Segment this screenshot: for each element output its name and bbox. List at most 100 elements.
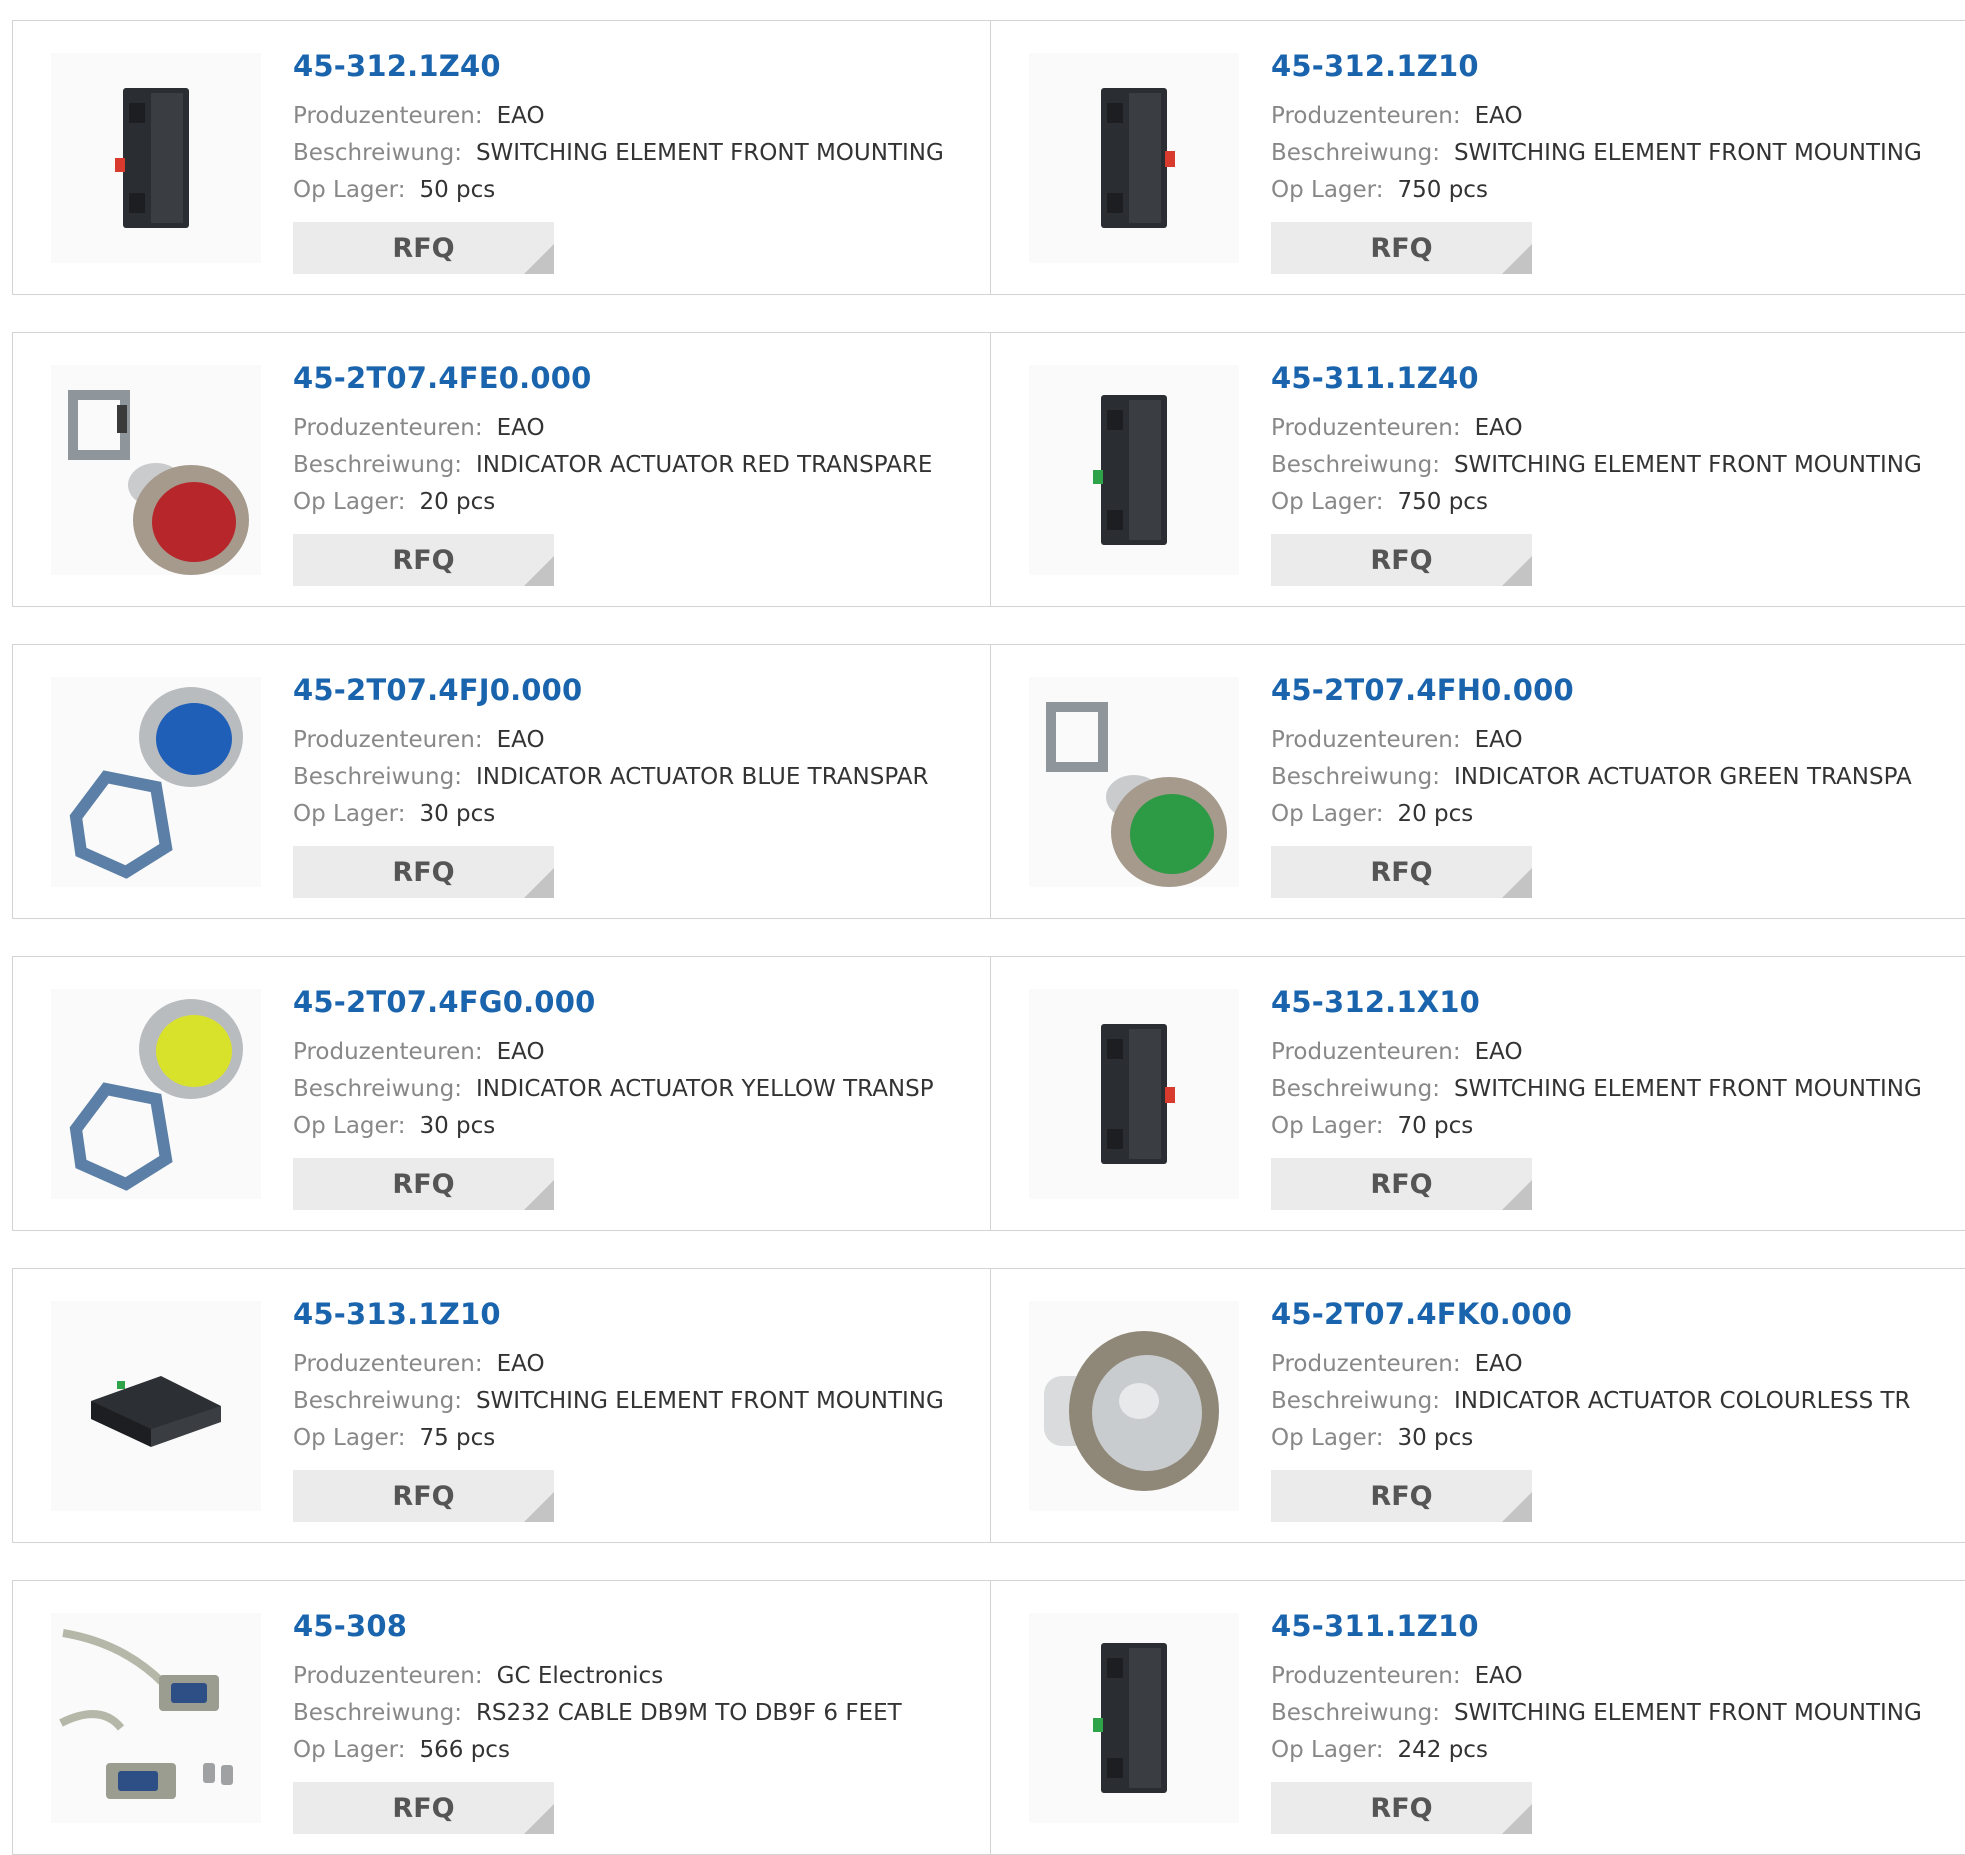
- part-number-link[interactable]: 45-2T07.4FK0.000: [1271, 1297, 1572, 1331]
- stock-value: 242 pcs: [1397, 1737, 1488, 1763]
- product-card: 45-2T07.4FJ0.000 Produzenteuren: EAO Besc…: [12, 644, 991, 919]
- product-image[interactable]: [51, 677, 261, 887]
- stock-row: Op Lager: 50 pcs: [293, 177, 495, 203]
- switching-element-icon: [115, 88, 189, 228]
- manufacturer-row: Produzenteuren: EAO: [293, 1351, 545, 1377]
- description-label: Beschreiwung:: [1271, 1076, 1440, 1102]
- description-row: Beschreiwung: INDICATOR ACTUATOR RED TRAN…: [293, 452, 932, 478]
- product-image[interactable]: [51, 53, 261, 263]
- manufacturer-label: Produzenteuren:: [1271, 1351, 1461, 1377]
- stock-value: 70 pcs: [1397, 1113, 1474, 1139]
- indicator-blue-icon: [69, 687, 243, 879]
- rfq-button[interactable]: RFQ: [1271, 846, 1532, 898]
- product-card: 45-313.1Z10 Produzenteuren: EAO Beschreiw…: [12, 1268, 991, 1543]
- description-value: RS232 CABLE DB9M TO DB9F 6 FEET: [475, 1700, 902, 1726]
- description-value: INDICATOR ACTUATOR YELLOW TRANSP: [475, 1076, 934, 1102]
- indicator-yellow-icon: [69, 999, 243, 1191]
- description-label: Beschreiwung:: [1271, 1388, 1440, 1414]
- description-row: Beschreiwung: INDICATOR ACTUATOR YELLOW T…: [293, 1076, 934, 1102]
- stock-label: Op Lager:: [293, 801, 406, 827]
- product-image[interactable]: [51, 989, 261, 1199]
- product-card: 45-2T07.4FE0.000 Produzenteuren: EAO Besc…: [12, 332, 991, 607]
- part-number-link[interactable]: 45-2T07.4FE0.000: [293, 361, 591, 395]
- product-image[interactable]: [51, 1613, 261, 1823]
- product-card: 45-311.1Z10 Produzenteuren: EAO Beschreiw…: [990, 1580, 1965, 1855]
- manufacturer-value: EAO: [496, 103, 545, 129]
- rfq-button[interactable]: RFQ: [293, 222, 554, 274]
- stock-value: 30 pcs: [419, 801, 496, 827]
- part-number-link[interactable]: 45-312.1X10: [1271, 985, 1480, 1019]
- part-number-link[interactable]: 45-2T07.4FH0.000: [1271, 673, 1574, 707]
- description-label: Beschreiwung:: [1271, 1700, 1440, 1726]
- rs232-cable-icon: [59, 1629, 233, 1799]
- part-number-link[interactable]: 45-312.1Z40: [293, 49, 501, 83]
- description-value: SWITCHING ELEMENT FRONT MOUNTING: [1453, 1700, 1922, 1726]
- corner-triangle-icon: [1502, 556, 1532, 586]
- product-card: 45-312.1Z40 Produzenteuren: EAO Beschreiw…: [12, 20, 991, 295]
- rfq-label: RFQ: [392, 1480, 455, 1512]
- rfq-button[interactable]: RFQ: [293, 534, 554, 586]
- manufacturer-row: Produzenteuren: EAO: [1271, 103, 1523, 129]
- part-number-link[interactable]: 45-311.1Z40: [1271, 361, 1479, 395]
- product-card: 45-311.1Z40 Produzenteuren: EAO Beschreiw…: [990, 332, 1965, 607]
- part-number-link[interactable]: 45-308: [293, 1609, 407, 1643]
- product-card: 45-312.1Z10 Produzenteuren: EAO Beschreiw…: [990, 20, 1965, 295]
- description-label: Beschreiwung:: [293, 1700, 462, 1726]
- rfq-button[interactable]: RFQ: [1271, 534, 1532, 586]
- part-number-link[interactable]: 45-311.1Z10: [1271, 1609, 1479, 1643]
- rfq-button[interactable]: RFQ: [293, 1158, 554, 1210]
- product-image[interactable]: [51, 1301, 261, 1511]
- manufacturer-label: Produzenteuren:: [293, 1663, 483, 1689]
- rfq-button[interactable]: RFQ: [293, 1782, 554, 1834]
- description-label: Beschreiwung:: [293, 452, 462, 478]
- description-value: SWITCHING ELEMENT FRONT MOUNTING: [475, 1388, 944, 1414]
- manufacturer-label: Produzenteuren:: [293, 1351, 483, 1377]
- description-value: SWITCHING ELEMENT FRONT MOUNTING: [1453, 452, 1922, 478]
- manufacturer-value: EAO: [1474, 1039, 1523, 1065]
- stock-label: Op Lager:: [293, 1113, 406, 1139]
- description-value: INDICATOR ACTUATOR GREEN TRANSPA: [1453, 764, 1912, 790]
- rfq-label: RFQ: [1370, 544, 1433, 576]
- description-value: SWITCHING ELEMENT FRONT MOUNTING: [1453, 140, 1922, 166]
- product-card: 45-2T07.4FK0.000 Produzenteuren: EAO Besc…: [990, 1268, 1965, 1543]
- product-image[interactable]: [1029, 989, 1239, 1199]
- manufacturer-row: Produzenteuren: EAO: [1271, 1039, 1523, 1065]
- manufacturer-value: EAO: [1474, 1351, 1523, 1377]
- product-image[interactable]: [1029, 677, 1239, 887]
- product-image[interactable]: [51, 365, 261, 575]
- switching-element-icon: [1101, 88, 1175, 228]
- product-image[interactable]: [1029, 1613, 1239, 1823]
- description-row: Beschreiwung: SWITCHING ELEMENT FRONT MOU…: [1271, 1076, 1922, 1102]
- stock-value: 30 pcs: [419, 1113, 496, 1139]
- rfq-button[interactable]: RFQ: [293, 846, 554, 898]
- manufacturer-label: Produzenteuren:: [293, 1039, 483, 1065]
- stock-label: Op Lager:: [1271, 1113, 1384, 1139]
- description-label: Beschreiwung:: [293, 1388, 462, 1414]
- part-number-link[interactable]: 45-2T07.4FG0.000: [293, 985, 595, 1019]
- manufacturer-row: Produzenteuren: EAO: [293, 1039, 545, 1065]
- product-image[interactable]: [1029, 53, 1239, 263]
- rfq-button[interactable]: RFQ: [1271, 1782, 1532, 1834]
- product-card: 45-2T07.4FH0.000 Produzenteuren: EAO Besc…: [990, 644, 1965, 919]
- stock-label: Op Lager:: [293, 489, 406, 515]
- stock-label: Op Lager:: [293, 1425, 406, 1451]
- rfq-label: RFQ: [392, 856, 455, 888]
- rfq-button[interactable]: RFQ: [1271, 1158, 1532, 1210]
- switching-element-icon: [1101, 1024, 1175, 1164]
- rfq-button[interactable]: RFQ: [1271, 1470, 1532, 1522]
- switching-element-icon: [1093, 1643, 1167, 1793]
- part-number-link[interactable]: 45-2T07.4FJ0.000: [293, 673, 582, 707]
- manufacturer-value: EAO: [1474, 727, 1523, 753]
- part-number-link[interactable]: 45-312.1Z10: [1271, 49, 1479, 83]
- product-image[interactable]: [1029, 365, 1239, 575]
- stock-label: Op Lager:: [293, 177, 406, 203]
- rfq-button[interactable]: RFQ: [1271, 222, 1532, 274]
- manufacturer-value: EAO: [1474, 103, 1523, 129]
- product-image[interactable]: [1029, 1301, 1239, 1511]
- rfq-button[interactable]: RFQ: [293, 1470, 554, 1522]
- corner-triangle-icon: [1502, 244, 1532, 274]
- part-number-link[interactable]: 45-313.1Z10: [293, 1297, 501, 1331]
- rfq-label: RFQ: [1370, 1168, 1433, 1200]
- manufacturer-label: Produzenteuren:: [293, 103, 483, 129]
- manufacturer-value: EAO: [496, 415, 545, 441]
